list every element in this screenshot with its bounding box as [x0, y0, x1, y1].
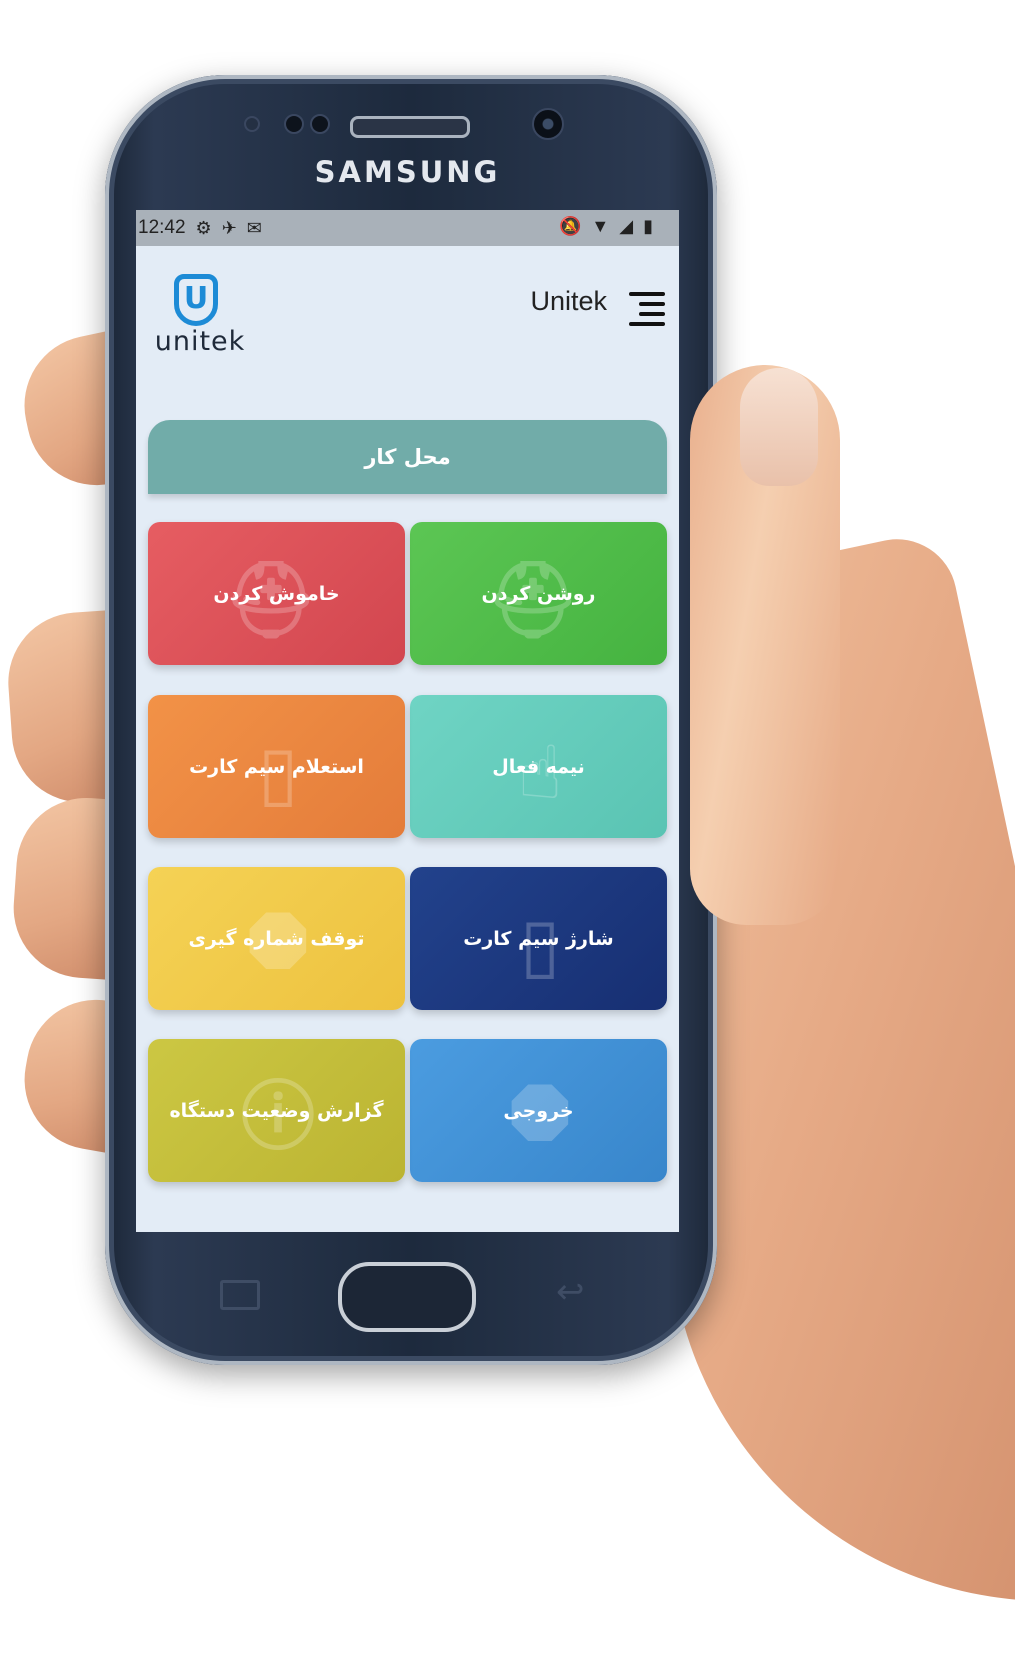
device-brand: SAMSUNG	[314, 155, 501, 189]
tile-label: گزارش وضعیت دستگاه	[169, 1099, 384, 1122]
home-button[interactable]	[338, 1262, 476, 1332]
sim-inquiry-button[interactable]: ▯ استعلام سیم کارت	[148, 695, 405, 838]
device-status-button[interactable]: ⓘ گزارش وضعیت دستگاه	[148, 1039, 405, 1182]
earpiece-speaker	[350, 116, 470, 138]
workplace-header[interactable]: محل کار	[148, 420, 667, 494]
sensor-dot	[310, 114, 330, 134]
tile-label: استعلام سیم کارت	[189, 755, 364, 778]
thumb-nail	[740, 368, 818, 486]
logo-mark: U	[174, 274, 218, 326]
workplace-label: محل کار	[364, 445, 451, 469]
back-key-icon[interactable]: ↩	[556, 1272, 585, 1312]
gear-icon: ⚙	[195, 217, 212, 238]
sim-charge-button[interactable]: ▯ شارژ سیم کارت	[410, 867, 667, 1010]
signal-icon: ◢	[619, 216, 634, 236]
turn-off-button[interactable]: ⛑ خاموش کردن	[148, 522, 405, 665]
gmail-icon: ✉	[246, 217, 262, 238]
battery-icon: ▮	[643, 216, 653, 236]
front-camera	[532, 108, 564, 140]
tile-label: نیمه فعال	[492, 755, 585, 778]
phone-screen: 12:42 ⚙ ✈ ✉ 🔕 ▼ ◢ ▮ U unitek Unitek محل …	[136, 210, 679, 1232]
sensor-dot	[284, 114, 304, 134]
recent-apps-key[interactable]	[220, 1280, 260, 1310]
unitek-logo[interactable]: U unitek	[152, 274, 248, 364]
status-bar: 12:42 ⚙ ✈ ✉ 🔕 ▼ ◢ ▮	[136, 210, 679, 246]
wifi-icon: ▼	[591, 216, 610, 236]
tile-label: خاموش کردن	[213, 582, 340, 605]
tile-label: روشن کردن	[481, 582, 596, 605]
tile-label: شارژ سیم کارت	[463, 927, 614, 950]
mute-icon: 🔕	[559, 216, 582, 236]
plane-icon: ✈	[221, 217, 237, 238]
menu-icon[interactable]	[629, 292, 665, 326]
semi-active-button[interactable]: ☝ نیمه فعال	[410, 695, 667, 838]
tile-label: توقف شماره گیری	[188, 927, 365, 950]
tile-label: خروجی	[503, 1099, 574, 1122]
app-header: U unitek Unitek	[136, 246, 679, 396]
turn-on-button[interactable]: ⛑ روشن کردن	[410, 522, 667, 665]
logo-text: unitek	[154, 326, 246, 357]
sensor-dot	[244, 116, 260, 132]
status-time: 12:42	[138, 217, 186, 238]
stop-dialing-button[interactable]: ⯃ توقف شماره گیری	[148, 867, 405, 1010]
exit-button[interactable]: ⯃ خروجی	[410, 1039, 667, 1182]
app-title: Unitek	[530, 286, 607, 316]
